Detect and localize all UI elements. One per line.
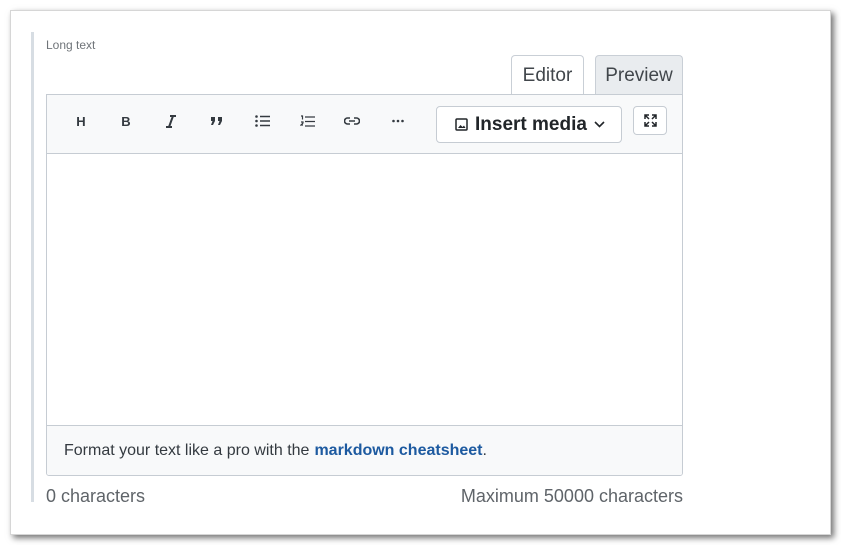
editor-text-area[interactable]	[47, 154, 682, 426]
character-limit: Maximum 50000 characters	[460, 486, 683, 506]
quote-icon	[210, 117, 222, 125]
character-count: 0 characters	[46, 486, 146, 506]
footer-text: Format your text like a pro with the	[64, 441, 310, 459]
bold-icon: B	[121, 113, 131, 129]
editor-toolbar: H B Insert media	[47, 95, 682, 154]
field-label: Long text	[46, 38, 96, 52]
field-left-rule	[31, 32, 34, 502]
fullscreen-button[interactable]	[633, 106, 667, 135]
numbered-list-icon	[299, 114, 315, 127]
bullet-list-icon	[254, 115, 270, 127]
markdown-cheatsheet-link[interactable]: markdown cheatsheet	[314, 442, 482, 460]
more-button[interactable]	[383, 108, 413, 134]
bullet-list-button[interactable]	[247, 108, 277, 134]
numbered-list-button[interactable]	[292, 108, 322, 134]
link-button[interactable]	[337, 108, 367, 134]
fullscreen-icon	[643, 114, 657, 127]
insert-media-dropdown[interactable]: Insert media	[436, 106, 622, 143]
insert-media-label: Insert media	[475, 113, 587, 135]
italic-button[interactable]	[156, 108, 186, 134]
italic-icon	[166, 114, 176, 128]
heading-icon: H	[76, 113, 86, 129]
quote-button[interactable]	[201, 108, 231, 134]
heading-button[interactable]: H	[66, 108, 96, 134]
tab-editor[interactable]: Editor	[511, 55, 584, 96]
footer-trailing: .	[482, 441, 487, 459]
tab-preview[interactable]: Preview	[595, 55, 683, 96]
chevron-down-icon	[594, 121, 605, 128]
markdown-editor: H B Insert media Format your text like a…	[46, 94, 683, 476]
more-icon	[392, 119, 404, 123]
editor-footer: Format your text like a pro with the mar…	[47, 425, 682, 475]
image-icon	[455, 118, 468, 131]
bold-button[interactable]: B	[111, 108, 141, 134]
link-icon	[344, 117, 360, 125]
